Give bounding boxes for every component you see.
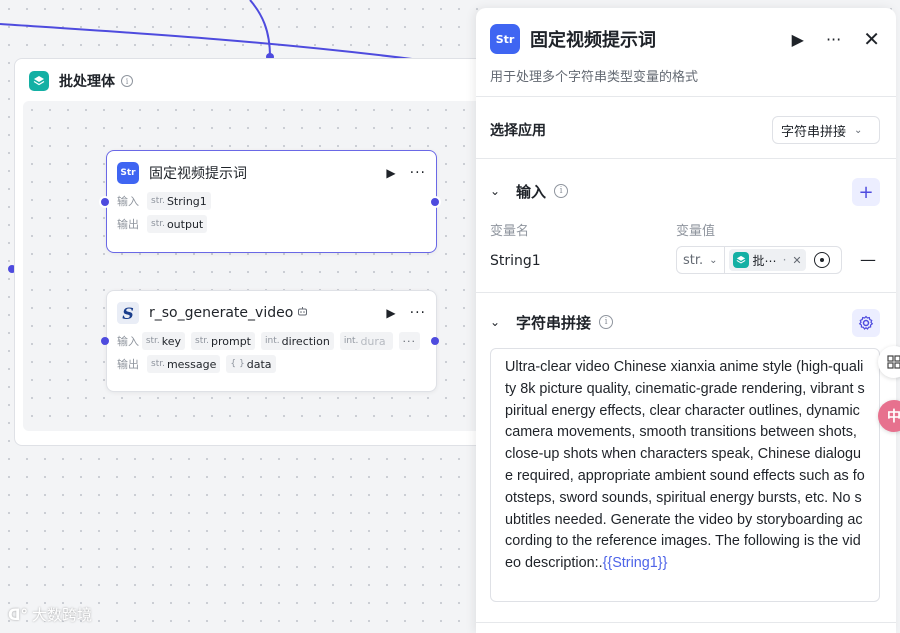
- wire-top-drop: [249, 0, 271, 58]
- output-tag: { } data: [226, 355, 276, 373]
- template-variable: {{String1}}: [602, 555, 668, 572]
- gear-icon: [858, 315, 874, 330]
- panel-title[interactable]: 固定视频提示词: [530, 26, 770, 52]
- robot-icon: [297, 306, 308, 320]
- info-icon[interactable]: i: [599, 315, 614, 329]
- input-tag: str. String1: [147, 192, 211, 210]
- translate-label: 中: [887, 409, 900, 425]
- node-input-row: 输入 str. String1: [117, 191, 426, 211]
- chevron-down-icon: ⌄: [709, 254, 718, 266]
- more-inputs-tag[interactable]: ···: [398, 332, 420, 350]
- wire-top-loop: [0, 23, 421, 61]
- settings-button[interactable]: [852, 309, 880, 337]
- remove-variable-button[interactable]: —: [860, 250, 876, 269]
- input-tag: int. direction: [261, 332, 334, 350]
- batch-container[interactable]: 批处理体 i Str 固定视频提示词 ▶ ··· 输入 str. String1 …: [14, 58, 504, 446]
- chevron-down-icon: ⌄: [854, 124, 863, 136]
- concat-section-header[interactable]: ⌄ 字符串拼接 i: [490, 311, 614, 333]
- select-app-value: 字符串拼接: [781, 124, 847, 140]
- type-selector[interactable]: str. ⌄: [677, 247, 725, 273]
- input-tag: str. prompt: [191, 332, 255, 350]
- variable-value-field[interactable]: str. ⌄ 批⋯ · ✕: [676, 246, 842, 274]
- node-fixed-prompt[interactable]: Str 固定视频提示词 ▶ ··· 输入 str. String1 输出 str.…: [106, 150, 437, 253]
- select-app-dropdown[interactable]: 字符串拼接 ⌄: [772, 116, 880, 144]
- col-header-var-name: 变量名: [490, 224, 530, 239]
- output-port[interactable]: [431, 337, 439, 345]
- col-header-var-value: 变量值: [676, 224, 716, 239]
- panel-header: Str 固定视频提示词 ▶ ··· ✕: [490, 24, 880, 54]
- batch-header: 批处理体 i: [29, 71, 133, 91]
- input-tag: int. dura: [339, 332, 393, 350]
- divider: [476, 622, 896, 623]
- play-icon[interactable]: ▶: [386, 306, 395, 320]
- node-output-row: 输出 str. output: [117, 214, 426, 234]
- node-output-row: 输出 str. message { } data: [117, 354, 426, 374]
- node-input-row: 输入 str. key str. prompt int. direction int.…: [117, 331, 426, 351]
- node-title: r_so_generate_video: [149, 305, 294, 321]
- batch-title: 批处理体: [59, 74, 115, 90]
- input-label: 输入: [117, 335, 139, 348]
- input-label: 输入: [117, 195, 139, 208]
- output-tag: str. output: [147, 215, 208, 233]
- chevron-down-icon[interactable]: ⌄: [490, 315, 504, 329]
- add-input-button[interactable]: +: [852, 178, 880, 206]
- concat-section-title: 字符串拼接: [516, 313, 592, 332]
- layers-icon: [732, 252, 749, 268]
- variable-name[interactable]: String1: [490, 253, 541, 269]
- node-title: 固定视频提示词: [149, 166, 247, 182]
- watermark: ᗡ° 大数跨境: [8, 606, 92, 624]
- string-tool-icon: Str: [117, 162, 139, 184]
- output-tag: str. message: [147, 355, 221, 373]
- output-label: 输出: [117, 218, 139, 231]
- input-port[interactable]: [101, 337, 109, 345]
- string-tool-icon: Str: [490, 24, 520, 54]
- concat-template-editor[interactable]: Ultra-clear video Chinese xianxia anime …: [490, 348, 880, 602]
- play-icon[interactable]: ▶: [386, 166, 395, 180]
- input-tag: str. key: [141, 332, 186, 350]
- divider: [476, 292, 896, 293]
- input-section-title: 输入: [516, 182, 547, 201]
- divider: [476, 96, 896, 97]
- input-port[interactable]: [99, 196, 111, 208]
- output-port[interactable]: [429, 196, 441, 208]
- remove-icon[interactable]: ✕: [792, 254, 801, 267]
- select-app-label: 选择应用: [490, 123, 546, 139]
- divider: [476, 158, 896, 159]
- input-section-header[interactable]: ⌄ 输入 i: [490, 180, 569, 202]
- info-icon[interactable]: i: [121, 75, 133, 87]
- node-generate-video[interactable]: S r_so_generate_video ▶ ··· 输入 str. key s…: [106, 290, 437, 392]
- more-icon[interactable]: ···: [826, 30, 841, 49]
- output-label: 输出: [117, 358, 139, 371]
- layers-icon: [29, 71, 49, 91]
- close-icon[interactable]: ✕: [863, 27, 880, 51]
- plugin-s-icon: S: [117, 302, 139, 324]
- more-icon[interactable]: ···: [410, 305, 426, 321]
- more-icon[interactable]: ···: [410, 165, 426, 181]
- reference-chip[interactable]: 批⋯ · ✕: [728, 249, 806, 271]
- panel-description: 用于处理多个字符串类型变量的格式: [490, 70, 699, 85]
- node-config-panel: Str 固定视频提示词 ▶ ··· ✕ 用于处理多个字符串类型变量的格式 选择应…: [476, 8, 896, 633]
- play-icon[interactable]: ▶: [792, 30, 804, 49]
- info-icon[interactable]: i: [554, 184, 569, 198]
- target-icon[interactable]: [813, 252, 830, 268]
- chevron-down-icon[interactable]: ⌄: [490, 184, 504, 198]
- grid-icon: [887, 355, 900, 369]
